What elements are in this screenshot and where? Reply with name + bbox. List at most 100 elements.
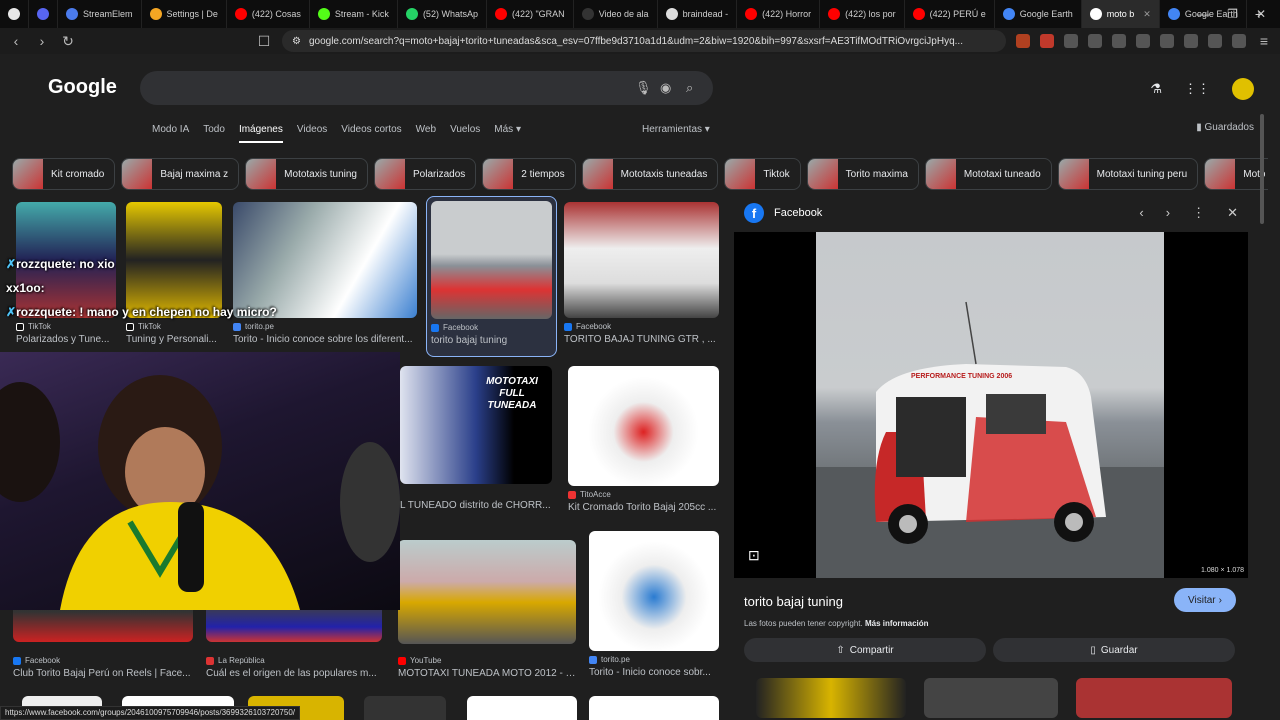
page-scrollbar[interactable] bbox=[1260, 114, 1264, 224]
brave-shield-icon[interactable] bbox=[1016, 34, 1030, 48]
browser-tab[interactable]: (422) los por bbox=[820, 0, 905, 28]
browser-tab[interactable]: (422) PERÚ e bbox=[905, 0, 995, 28]
extension-icon[interactable] bbox=[1088, 34, 1102, 48]
browser-tab[interactable]: (422) Cosas bbox=[227, 0, 310, 28]
chip[interactable]: Kit cromado bbox=[12, 158, 116, 190]
vpn-icon[interactable] bbox=[1232, 34, 1246, 48]
labs-icon[interactable]: ⚗ bbox=[1150, 81, 1162, 97]
next-icon[interactable]: › bbox=[1166, 205, 1170, 221]
apps-icon[interactable]: ⋮⋮ bbox=[1184, 81, 1210, 97]
image-result[interactable]: Facebook TORITO BAJAJ TUNING GTR , ... bbox=[564, 202, 719, 345]
tab-vuelos[interactable]: Vuelos bbox=[450, 124, 480, 143]
browser-tab[interactable]: StreamElem bbox=[58, 0, 142, 28]
browser-tab[interactable]: Google Earth bbox=[995, 0, 1082, 28]
related-image[interactable] bbox=[1076, 678, 1232, 718]
browser-tab[interactable]: Video de ala bbox=[574, 0, 658, 28]
close-icon[interactable]: ✕ bbox=[1227, 205, 1238, 221]
saved-button[interactable]: ▮ Guardados bbox=[1196, 122, 1254, 133]
lens-icon[interactable]: ◉ bbox=[660, 80, 671, 96]
result-thumbnail: MOTOTAXI FULL TUNEADA bbox=[400, 366, 552, 484]
tab-videos-cortos[interactable]: Videos cortos bbox=[341, 124, 401, 143]
browser-tab[interactable]: braindead - bbox=[658, 0, 738, 28]
reload-icon[interactable]: ↻ bbox=[60, 33, 76, 50]
chip[interactable]: Polarizados bbox=[374, 158, 477, 190]
minimize-icon[interactable]: — bbox=[1197, 7, 1209, 21]
visit-button[interactable]: Visitar › bbox=[1174, 588, 1236, 612]
close-tab-icon[interactable]: ✕ bbox=[1143, 9, 1151, 20]
image-result-selected[interactable]: Facebook torito bajaj tuning bbox=[426, 196, 557, 357]
previous-icon[interactable]: ‹ bbox=[1139, 205, 1143, 221]
chip[interactable]: 2 tiempos bbox=[482, 158, 576, 190]
bookmark-icon[interactable]: ☐ bbox=[256, 33, 272, 50]
save-button[interactable]: ▯ Guardar bbox=[993, 638, 1235, 662]
browser-tab[interactable] bbox=[0, 0, 29, 28]
google-lens-icon[interactable]: ⊡ bbox=[748, 547, 760, 564]
image-result[interactable]: MOTOTAXI FULL TUNEADA L TUNEADO distrito… bbox=[400, 366, 552, 511]
chip[interactable]: Mototaxi tuning peru bbox=[1057, 158, 1199, 190]
browser-tab[interactable] bbox=[29, 0, 58, 28]
forward-icon[interactable]: › bbox=[34, 33, 50, 49]
browser-tab[interactable]: Settings | De bbox=[142, 0, 227, 28]
image-result[interactable]: TikTok Polarizados y Tune... bbox=[16, 202, 116, 345]
image-result[interactable] bbox=[589, 696, 719, 720]
music-icon[interactable] bbox=[1136, 34, 1150, 48]
site-info-icon[interactable]: ⚙ bbox=[292, 36, 301, 47]
rewards-icon[interactable] bbox=[1040, 34, 1054, 48]
image-result[interactable]: TitoAcce Kit Cromado Torito Bajaj 205cc … bbox=[568, 366, 719, 513]
tab-favicon bbox=[581, 8, 594, 20]
google-logo[interactable]: Google bbox=[48, 76, 117, 99]
screenshot-icon[interactable] bbox=[1112, 34, 1126, 48]
tab-videos[interactable]: Videos bbox=[297, 124, 327, 143]
image-result[interactable]: YouTube MOTOTAXI TUNEADA MOTO 2012 - Y..… bbox=[398, 540, 576, 679]
chip[interactable]: Mototaxis tuneadas bbox=[581, 158, 719, 190]
chip[interactable]: Tiktok bbox=[724, 158, 801, 190]
browser-tab[interactable]: (422) "GRAN bbox=[487, 0, 574, 28]
image-result[interactable]: TikTok Tuning y Personali... bbox=[126, 202, 222, 345]
copyright-notice: Las fotos pueden tener copyright. Más in… bbox=[744, 619, 929, 628]
tab-todo[interactable]: Todo bbox=[203, 124, 225, 143]
preview-source[interactable]: Facebook bbox=[774, 207, 822, 219]
image-result[interactable]: torito.pe Torito - Inicio conoce sobr... bbox=[589, 531, 719, 678]
chip[interactable]: Torito maxima bbox=[806, 158, 919, 190]
image-result[interactable] bbox=[364, 696, 446, 720]
back-icon[interactable]: ‹ bbox=[8, 33, 24, 49]
browser-tab[interactable]: (422) Horror bbox=[737, 0, 821, 28]
restore-icon[interactable]: ❐ bbox=[1227, 7, 1238, 21]
tab-imagenes[interactable]: Imágenes bbox=[238, 124, 283, 143]
avatar[interactable] bbox=[1232, 78, 1254, 100]
browser-tab-active[interactable]: moto b ✕ bbox=[1081, 0, 1160, 28]
preview-title[interactable]: torito bajaj tuning bbox=[744, 594, 843, 609]
more-info-link[interactable]: Más información bbox=[865, 619, 929, 628]
related-image[interactable] bbox=[756, 678, 906, 718]
browser-tab[interactable]: Stream - Kick bbox=[310, 0, 398, 28]
search-icon[interactable]: ⌕ bbox=[686, 80, 693, 96]
menu-icon[interactable]: ≡ bbox=[1256, 33, 1272, 49]
search-input[interactable]: 🎙 ◉ ⌕ bbox=[140, 71, 713, 105]
address-bar[interactable]: ⚙ google.com/search?q=moto+bajaj+torito+… bbox=[282, 30, 1006, 52]
more-options-icon[interactable]: ⋮ bbox=[1192, 205, 1205, 221]
related-image[interactable] bbox=[924, 678, 1058, 718]
chip[interactable]: Mototaxis tuning bbox=[245, 158, 368, 190]
image-viewer[interactable]: PERFORMANCE TUNING 2006 ⊡ 1.080 × 1.078 bbox=[734, 232, 1248, 578]
chip[interactable]: Mototaxi tuneado bbox=[924, 158, 1052, 190]
browser-tab[interactable]: (52) WhatsAp bbox=[398, 0, 487, 28]
mic-icon[interactable]: 🎙 bbox=[635, 80, 652, 96]
close-window-icon[interactable]: ✕ bbox=[1256, 7, 1266, 21]
share-button[interactable]: ⇧ Compartir bbox=[744, 638, 986, 662]
tab-mas[interactable]: Más ▾ bbox=[494, 124, 521, 143]
leo-icon[interactable] bbox=[1208, 34, 1222, 48]
tab-web[interactable]: Web bbox=[416, 124, 436, 143]
result-title: L TUNEADO distrito de CHORR... bbox=[400, 500, 551, 511]
image-result[interactable] bbox=[467, 696, 577, 720]
image-result[interactable]: torito.pe Torito - Inicio conoce sobre l… bbox=[233, 202, 417, 345]
translate-icon[interactable] bbox=[1064, 34, 1078, 48]
result-thumbnail bbox=[589, 531, 719, 651]
sidebar-icon[interactable] bbox=[1160, 34, 1174, 48]
chip[interactable]: Moto bbox=[1204, 158, 1268, 190]
wallet-icon[interactable] bbox=[1184, 34, 1198, 48]
chip[interactable]: Bajaj maxima z bbox=[121, 158, 240, 190]
tab-favicon bbox=[745, 8, 758, 20]
tab-title: StreamElem bbox=[83, 9, 133, 19]
tab-modo-ia[interactable]: Modo IA bbox=[152, 124, 189, 143]
tools-button[interactable]: Herramientas ▾ bbox=[642, 124, 710, 135]
